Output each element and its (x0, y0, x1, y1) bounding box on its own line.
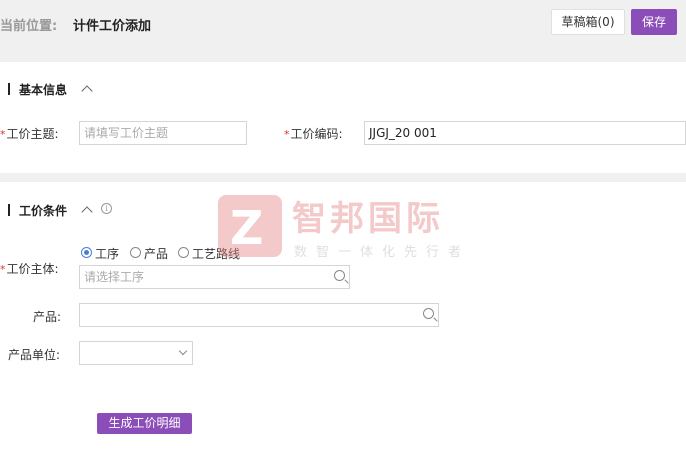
watermark-name: 智邦国际 (292, 199, 444, 239)
watermark-slogan: 数智一体化先行者 (294, 245, 471, 260)
subject-input[interactable]: 请填写工价主题 (79, 121, 247, 145)
code-input[interactable]: JJGJ_20 001 (364, 121, 686, 145)
subject-label-text: 工价主题: (6, 127, 59, 141)
draft-box-button[interactable]: 草稿箱(0) (551, 9, 625, 35)
top-bar: 当前位置: 计件工价添加 草稿箱(0) 保存 (0, 0, 686, 62)
page-title: 计件工价添加 (73, 19, 152, 34)
code-label-text: 工价编码: (290, 127, 343, 141)
code-input-value: JJGJ_20 001 (369, 126, 437, 140)
product-label: 产品: (33, 310, 62, 324)
generate-price-details-button[interactable]: 生成工价明细 (97, 413, 192, 434)
chevron-up-icon[interactable] (81, 85, 93, 97)
required-mark: * (284, 128, 290, 141)
price-subject-label-text: 工价主体: (6, 262, 59, 276)
radio-product-label: 产品 (144, 247, 169, 261)
section-bar (8, 204, 10, 216)
radio-process-label: 工序 (95, 247, 120, 261)
section-conditions-label: 工价条件 (19, 204, 68, 218)
required-mark: * (0, 128, 6, 141)
watermark: Z 智邦国际 数智一体化先行者 (216, 193, 486, 263)
info-icon[interactable]: i (101, 203, 112, 214)
section-divider (0, 173, 686, 182)
section-bar (8, 83, 10, 95)
search-icon[interactable] (423, 308, 434, 319)
radio-process-route[interactable] (178, 247, 189, 258)
breadcrumb-prefix: 当前位置: (0, 19, 58, 34)
chevron-up-icon[interactable] (81, 206, 93, 218)
product-unit-label: 产品单位: (8, 348, 61, 362)
subject-label: *工价主题: (0, 125, 59, 142)
section-conditions-title: 工价条件 (8, 202, 67, 219)
section-basic-info-title: 基本信息 (8, 81, 67, 98)
process-select-input[interactable]: 请选择工序 (79, 265, 350, 289)
search-icon[interactable] (334, 270, 345, 281)
required-mark: * (0, 263, 6, 276)
radio-product[interactable] (130, 247, 141, 258)
code-label: *工价编码: (284, 125, 343, 142)
radio-process[interactable] (81, 247, 92, 258)
section-basic-info-label: 基本信息 (19, 83, 68, 97)
radio-process-route-label: 工艺路线 (192, 247, 241, 261)
price-subject-label: *工价主体: (0, 260, 59, 277)
product-input[interactable] (79, 303, 439, 327)
product-unit-select[interactable] (79, 341, 193, 365)
save-button[interactable]: 保存 (631, 9, 677, 35)
